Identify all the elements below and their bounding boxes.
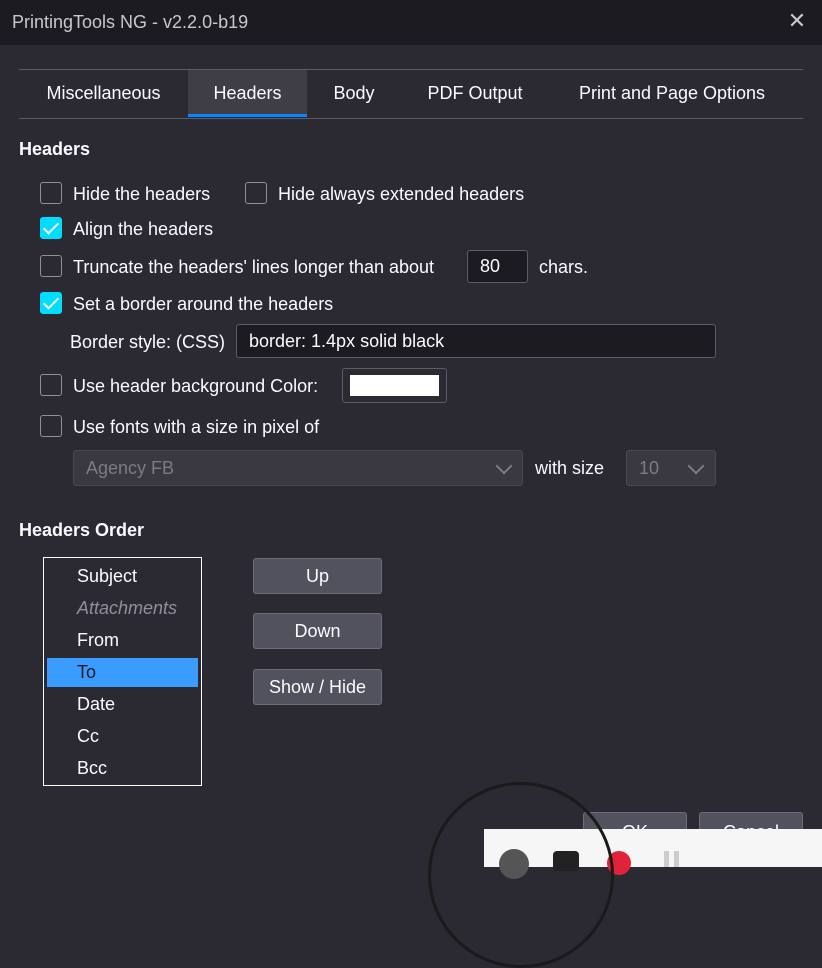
border-label: Set a border around the headers — [73, 294, 334, 314]
window-title: PrintingTools NG - v2.2.0-b19 — [12, 12, 249, 32]
fonts-checkbox[interactable] — [40, 415, 62, 437]
truncate-label: Truncate the headers' lines longer than … — [73, 257, 435, 277]
chevron-down-icon — [495, 457, 513, 475]
list-item[interactable]: Date — [47, 690, 198, 719]
bg-color-label: Use header background Color: — [73, 376, 319, 396]
truncate-chars-input[interactable]: 80 — [467, 250, 528, 283]
list-item[interactable]: Subject — [47, 562, 198, 591]
headers-order-list[interactable]: Subject Attachments From To Date Cc Bcc — [43, 557, 202, 786]
border-style-input[interactable]: border: 1.4px solid black — [236, 324, 716, 358]
hide-headers-label: Hide the headers — [73, 184, 211, 204]
fonts-label: Use fonts with a size in pixel of — [73, 417, 320, 437]
list-item[interactable]: From — [47, 626, 198, 655]
font-family-select[interactable]: Agency FB — [73, 450, 523, 486]
bg-color-checkbox[interactable] — [40, 374, 62, 396]
tab-headers[interactable]: Headers — [188, 70, 307, 117]
list-item[interactable]: To — [47, 658, 198, 687]
cursor-highlight — [428, 782, 614, 968]
bg-color-swatch — [350, 375, 439, 396]
close-icon[interactable]: ✕ — [784, 8, 810, 34]
list-item[interactable]: Cc — [47, 722, 198, 751]
hide-headers-checkbox[interactable] — [40, 182, 62, 204]
font-family-value: Agency FB — [86, 458, 175, 478]
align-headers-checkbox[interactable] — [40, 217, 62, 239]
list-item[interactable]: Bcc — [47, 754, 198, 783]
list-item[interactable]: Attachments — [47, 594, 198, 623]
tab-miscellaneous[interactable]: Miscellaneous — [19, 70, 188, 116]
font-size-value: 10 — [639, 458, 660, 478]
with-size-label: with size — [535, 458, 605, 478]
align-headers-label: Align the headers — [73, 219, 214, 239]
up-button[interactable]: Up — [253, 558, 382, 594]
down-button[interactable]: Down — [253, 613, 382, 649]
title-bar: PrintingTools NG - v2.2.0-b19 ✕ — [0, 0, 822, 45]
pause-icon-bar — [674, 851, 679, 867]
font-size-select[interactable]: 10 — [626, 450, 716, 486]
border-style-label: Border style: (CSS) — [70, 332, 226, 352]
show-hide-button[interactable]: Show / Hide — [253, 669, 382, 705]
bg-color-picker[interactable] — [342, 368, 447, 403]
truncate-checkbox[interactable] — [40, 255, 62, 277]
chars-suffix-label: chars. — [539, 257, 589, 277]
hide-extended-checkbox[interactable] — [245, 182, 267, 204]
headers-section-title: Headers — [19, 139, 91, 159]
headers-order-title: Headers Order — [19, 520, 145, 540]
chevron-down-icon — [687, 457, 705, 475]
pause-icon[interactable] — [664, 851, 669, 867]
hide-extended-label: Hide always extended headers — [278, 184, 525, 204]
tab-print-page-options[interactable]: Print and Page Options — [549, 70, 795, 116]
tab-bar: Miscellaneous Headers Body PDF Output Pr… — [19, 69, 803, 119]
border-checkbox[interactable] — [40, 292, 62, 314]
tab-pdf-output[interactable]: PDF Output — [401, 70, 549, 116]
tab-body[interactable]: Body — [307, 70, 401, 116]
